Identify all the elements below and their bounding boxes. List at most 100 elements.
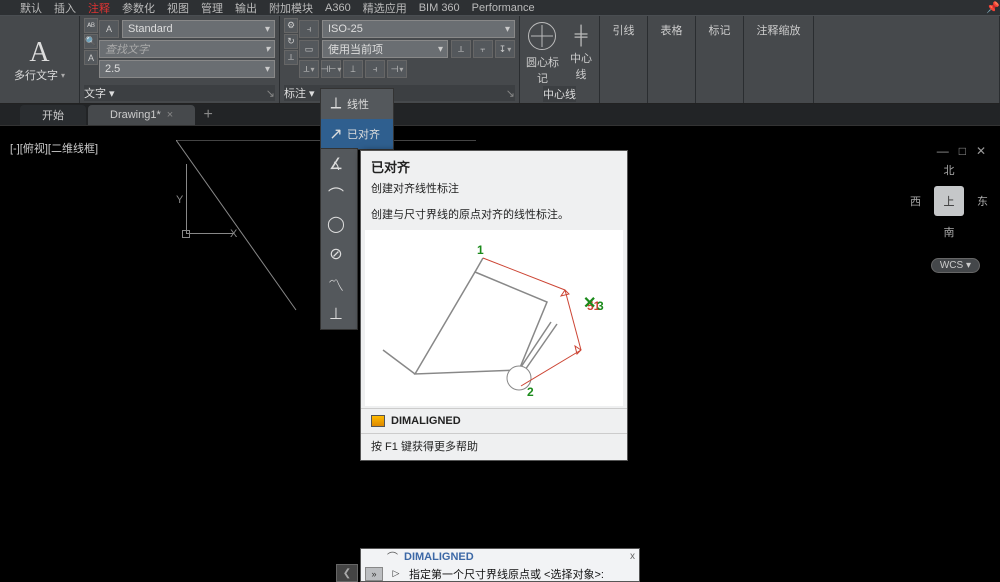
tooltip-title: 已对齐 [371,157,617,176]
spellcheck-icon[interactable]: ᴬᴮ [84,18,98,33]
menu-default[interactable]: 默认 [20,0,42,16]
annotscale-label[interactable]: 注释缩放 [757,22,801,38]
panel-markup: 标记 [696,16,744,103]
dimstyle-mgr-icon[interactable]: ⚙ [284,18,298,33]
markup-label[interactable]: 标记 [709,22,731,38]
dimscale-combo[interactable]: 使用当前项 [322,40,448,58]
dd-arc[interactable]: ⌒ [321,179,357,209]
panel-multitext: A 多行文字 [0,16,80,103]
menu-performance[interactable]: Performance [472,2,535,14]
menu-addins[interactable]: 附加模块 [269,0,313,16]
panel-table: 表格 [648,16,696,103]
viewcube[interactable]: 北 南 西 东 上 [910,162,988,240]
ucs-icon[interactable]: Y X [176,164,246,254]
panel-dimension: ⚙ ↻ ⟂ ⫞ ISO-25 ▭ 使用当前项 ⟂ ⫟ ↧ [280,16,520,103]
dimstyle-combo[interactable]: ISO-25 [322,20,515,38]
dim-sm1[interactable]: ⟂ [451,40,471,58]
menu-parametric[interactable]: 参数化 [122,0,155,16]
dimtype-btn[interactable]: ⟂ [299,60,319,78]
dim-sm2[interactable]: ⫟ [473,40,493,58]
command-line[interactable]: x ⌒ DIMALIGNED » ▷ 指定第一个尺寸界线原点或 <选择对象>: [360,548,640,582]
menu-featured[interactable]: 精选应用 [363,0,407,16]
continue-btn[interactable]: ⊣⊢ [321,60,341,78]
dim-space-icon[interactable]: ⫞ [365,60,385,78]
ribbon: A 多行文字 ᴬᴮ 🔍 A A Standard 查找文字 2.5 [0,16,1000,104]
command-icon [371,415,385,427]
text-panel-title[interactable]: 文字▾↘ [84,85,275,101]
centerline-button[interactable]: ╪ 中心线 [567,22,595,82]
mtext-button[interactable]: A [29,39,49,67]
find-icon[interactable]: 🔍 [84,34,98,49]
menu-view[interactable]: 视图 [167,0,189,16]
svg-text:✕: ✕ [583,295,596,312]
center-panel-title: 中心线 [543,86,576,102]
scale-icon[interactable]: A [84,50,98,65]
dim-break-icon[interactable]: ⟘ [343,60,363,78]
leader-label[interactable]: 引线 [613,22,635,38]
dim-type-dropdown: ⟂线性 ↗已对齐 [320,88,394,150]
menu-manage[interactable]: 管理 [201,0,223,16]
dim-ovr-icon[interactable]: ⊣ [387,60,407,78]
textstyle-icon[interactable]: A [99,20,119,38]
view-label[interactable]: [-][俯视][二维线框] [10,140,98,156]
cmd-prompt-row[interactable]: » ▷ 指定第一个尺寸界线原点或 <选择对象>: [361,565,639,582]
menu-annotate[interactable]: 注释 [88,0,110,16]
dim-type-dropdown-rest: ∡ ⌒ ◯ ⊘ 〽 ⊥ [320,148,358,330]
dd-radius[interactable]: ◯ [321,209,357,239]
vp-min-icon[interactable]: — [937,144,949,158]
ucs-x-label: X [230,228,237,240]
cmdline-close-icon[interactable]: x [630,551,635,562]
ucs-y-label: Y [176,194,183,206]
dd-aligned[interactable]: ↗已对齐 [321,119,393,149]
dimscale-icon[interactable]: ▭ [299,40,319,58]
menu-insert[interactable]: 插入 [54,0,76,16]
findtext-combo[interactable]: 查找文字 [99,40,275,58]
dd-jogged[interactable]: 〽 [321,269,357,299]
menu-a360[interactable]: A360 [325,2,351,14]
textstyle-combo[interactable]: Standard [122,20,275,38]
vp-close-icon[interactable]: ✕ [976,144,986,158]
cmd-arrow-icon[interactable]: » [365,567,383,581]
dimaligned-tooltip: 已对齐 创建对齐线性标注 创建与尺寸界线的原点对齐的线性标注。 1 2 51 ✕… [360,150,628,461]
panel-text: ᴬᴮ 🔍 A A Standard 查找文字 2.5 文字▾↘ [80,16,280,103]
tooltip-command: DIMALIGNED [391,415,461,427]
panel-annotscale: 注释缩放 [744,16,814,103]
vp-restore-icon[interactable]: □ [959,144,966,158]
viewcube-top[interactable]: 上 [934,186,964,216]
tab-new-icon[interactable]: + [197,105,219,125]
table-label[interactable]: 表格 [661,22,683,38]
mtext-dropdown[interactable] [60,69,65,81]
viewcube-west[interactable]: 西 [910,193,921,209]
cmdline-expand-icon[interactable]: ❮ [336,564,358,582]
document-tabs: 开始 Drawing1*× + [0,104,1000,126]
dd-linear[interactable]: ⟂线性 [321,89,393,119]
viewport-controls: — □ ✕ [937,144,986,158]
dd-diameter[interactable]: ⊘ [321,239,357,269]
tab-start[interactable]: 开始 [20,105,86,125]
dim-panel-title[interactable]: 标注▾↘ [284,85,515,101]
dimstyle-icon[interactable]: ⫞ [299,20,319,38]
cmd-prompt: 指定第一个尺寸界线原点或 <选择对象>: [409,566,604,582]
dim-update-icon[interactable]: ↻ [284,34,298,49]
panel-centerline: 圆心标记 ╪ 中心线 中心线 [520,16,600,103]
dd-angular[interactable]: ∡ [321,149,357,179]
viewcube-east[interactable]: 东 [977,193,988,209]
menu-output[interactable]: 输出 [235,0,257,16]
menu-bim360[interactable]: BIM 360 [419,2,460,14]
pin-icon[interactable]: 📌 [986,1,1000,14]
dim-sm3[interactable]: ↧ [495,40,515,58]
menu-bar: 默认 插入 注释 参数化 视图 管理 输出 附加模块 A360 精选应用 BIM… [0,0,1000,16]
dim-main-icon[interactable]: ⟂ [284,50,298,65]
tab-close-icon[interactable]: × [167,109,173,121]
dd-ordinate[interactable]: ⊥ [321,299,357,329]
viewcube-south[interactable]: 南 [944,224,955,240]
cmd-history: ⌒ DIMALIGNED [361,549,639,565]
wcs-badge[interactable]: WCS ▾ [931,258,980,273]
tab-drawing1[interactable]: Drawing1*× [88,105,195,125]
tooltip-subtitle: 创建对齐线性标注 [371,180,617,196]
tooltip-command-row: DIMALIGNED [361,408,627,433]
centermark-button[interactable]: 圆心标记 [524,18,561,86]
viewcube-north[interactable]: 北 [944,162,955,178]
cmd-name: DIMALIGNED [404,551,474,563]
textheight-combo[interactable]: 2.5 [99,60,275,78]
